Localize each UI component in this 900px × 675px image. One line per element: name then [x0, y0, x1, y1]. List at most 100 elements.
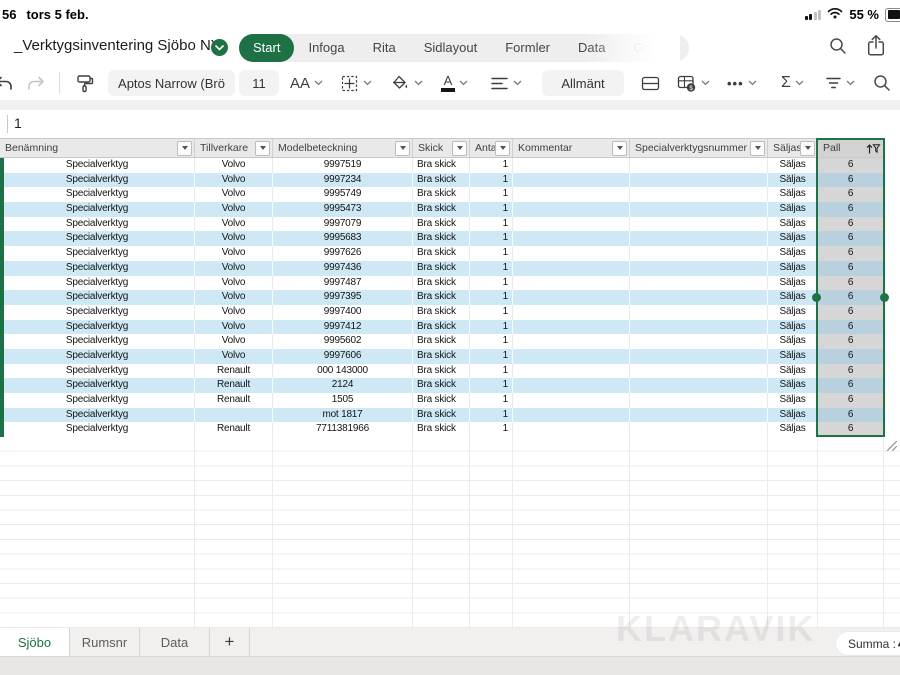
formula-bar[interactable]: 1 [0, 110, 900, 138]
cell-säljas[interactable]: Säljas [768, 202, 818, 217]
cell-pall[interactable]: 6 [818, 187, 884, 202]
format-painter-icon[interactable] [74, 66, 95, 100]
cell-tillverkare[interactable]: Volvo [195, 305, 273, 320]
cell-kommentar[interactable] [513, 158, 630, 173]
redo-icon[interactable] [27, 66, 47, 100]
cell-specialverktygsnummer[interactable] [630, 334, 768, 349]
cell-skick[interactable]: Bra skick [413, 276, 470, 291]
sort-filter-icon[interactable] [866, 142, 881, 155]
cell-pall[interactable]: 6 [818, 276, 884, 291]
cell-skick[interactable]: Bra skick [413, 158, 470, 173]
cell-säljas[interactable]: Säljas [768, 408, 818, 423]
file-menu-chevron-icon[interactable] [211, 39, 228, 56]
cell-specialverktygsnummer[interactable] [630, 320, 768, 335]
ribbon-tab-infoga[interactable]: Infoga [294, 34, 358, 62]
cell-antal[interactable]: 1 [470, 349, 513, 364]
cell-skick[interactable]: Bra skick [413, 305, 470, 320]
cell-modelbeteckning[interactable]: 2124 [273, 378, 413, 393]
cell-modelbeteckning[interactable]: 9997412 [273, 320, 413, 335]
filter-dropdown-icon[interactable] [495, 141, 510, 156]
cell-skick[interactable]: Bra skick [413, 393, 470, 408]
cell-säljas[interactable]: Säljas [768, 187, 818, 202]
cell-format-icon[interactable]: $ [676, 66, 710, 100]
cell-modelbeteckning[interactable]: 9997626 [273, 246, 413, 261]
cell-specialverktygsnummer[interactable] [630, 393, 768, 408]
cell-specialverktygsnummer[interactable] [630, 202, 768, 217]
cell-skick[interactable]: Bra skick [413, 173, 470, 188]
cell-antal[interactable]: 1 [470, 217, 513, 232]
cell-benämning[interactable]: Specialverktyg [0, 305, 195, 320]
cell-säljas[interactable]: Säljas [768, 378, 818, 393]
cell-specialverktygsnummer[interactable] [630, 261, 768, 276]
cell-benämning[interactable]: Specialverktyg [0, 261, 195, 276]
cell-pall[interactable]: 6 [818, 173, 884, 188]
cell-pall[interactable]: 6 [818, 202, 884, 217]
more-options-icon[interactable]: ••• [727, 66, 757, 100]
cell-säljas[interactable]: Säljas [768, 290, 818, 305]
undo-icon[interactable] [0, 66, 13, 100]
autosum-icon[interactable]: Σ [781, 66, 804, 100]
cell-tillverkare[interactable]: Volvo [195, 231, 273, 246]
cell-kommentar[interactable] [513, 334, 630, 349]
cell-säljas[interactable]: Säljas [768, 261, 818, 276]
cell-kommentar[interactable] [513, 202, 630, 217]
find-icon[interactable] [872, 66, 892, 100]
filter-dropdown-icon[interactable] [750, 141, 765, 156]
ribbon-tab-rita[interactable]: Rita [359, 34, 410, 62]
cell-tillverkare[interactable]: Volvo [195, 173, 273, 188]
cell-kommentar[interactable] [513, 393, 630, 408]
cell-antal[interactable]: 1 [470, 158, 513, 173]
filter-dropdown-icon[interactable] [612, 141, 627, 156]
number-format-field[interactable]: Allmänt [542, 70, 624, 96]
cell-benämning[interactable]: Specialverktyg [0, 276, 195, 291]
cell-skick[interactable]: Bra skick [413, 231, 470, 246]
cell-modelbeteckning[interactable]: 000 143000 [273, 364, 413, 379]
cell-antal[interactable]: 1 [470, 173, 513, 188]
font-size-field[interactable]: 11 [239, 70, 279, 96]
cell-säljas[interactable]: Säljas [768, 320, 818, 335]
cell-benämning[interactable]: Specialverktyg [0, 422, 195, 437]
filter-dropdown-icon[interactable] [395, 141, 410, 156]
cell-pall[interactable]: 6 [818, 231, 884, 246]
filter-dropdown-icon[interactable] [177, 141, 192, 156]
cell-tillverkare[interactable]: Volvo [195, 261, 273, 276]
cell-antal[interactable]: 1 [470, 202, 513, 217]
cell-säljas[interactable]: Säljas [768, 217, 818, 232]
cell-kommentar[interactable] [513, 422, 630, 437]
cell-antal[interactable]: 1 [470, 393, 513, 408]
cell-kommentar[interactable] [513, 320, 630, 335]
cell-tillverkare[interactable]: Renault [195, 378, 273, 393]
filter-dropdown-icon[interactable] [800, 141, 815, 156]
cell-benämning[interactable]: Specialverktyg [0, 378, 195, 393]
cell-skick[interactable]: Bra skick [413, 246, 470, 261]
cell-tillverkare[interactable]: Volvo [195, 290, 273, 305]
cell-kommentar[interactable] [513, 173, 630, 188]
cell-antal[interactable]: 1 [470, 320, 513, 335]
cell-specialverktygsnummer[interactable] [630, 231, 768, 246]
cell-skick[interactable]: Bra skick [413, 408, 470, 423]
cell-specialverktygsnummer[interactable] [630, 408, 768, 423]
cell-specialverktygsnummer[interactable] [630, 422, 768, 437]
cell-säljas[interactable]: Säljas [768, 158, 818, 173]
cell-tillverkare[interactable] [195, 408, 273, 423]
cell-benämning[interactable]: Specialverktyg [0, 393, 195, 408]
cell-benämning[interactable]: Specialverktyg [0, 408, 195, 423]
cell-antal[interactable]: 1 [470, 305, 513, 320]
share-icon[interactable] [866, 34, 886, 63]
column-header-benämning[interactable]: Benämning [0, 139, 195, 157]
cell-pall[interactable]: 6 [818, 217, 884, 232]
cell-pall[interactable]: 6 [818, 246, 884, 261]
cell-modelbeteckning[interactable]: 9997234 [273, 173, 413, 188]
add-sheet-button[interactable]: + [210, 628, 250, 656]
cell-benämning[interactable]: Specialverktyg [0, 187, 195, 202]
cell-modelbeteckning[interactable]: 9995602 [273, 334, 413, 349]
cell-antal[interactable]: 1 [470, 276, 513, 291]
cell-tillverkare[interactable]: Volvo [195, 187, 273, 202]
cell-skick[interactable]: Bra skick [413, 378, 470, 393]
cell-säljas[interactable]: Säljas [768, 276, 818, 291]
column-header-säljas[interactable]: Säljas [768, 139, 818, 157]
cell-säljas[interactable]: Säljas [768, 393, 818, 408]
cell-tillverkare[interactable]: Volvo [195, 349, 273, 364]
cell-antal[interactable]: 1 [470, 261, 513, 276]
cell-specialverktygsnummer[interactable] [630, 187, 768, 202]
